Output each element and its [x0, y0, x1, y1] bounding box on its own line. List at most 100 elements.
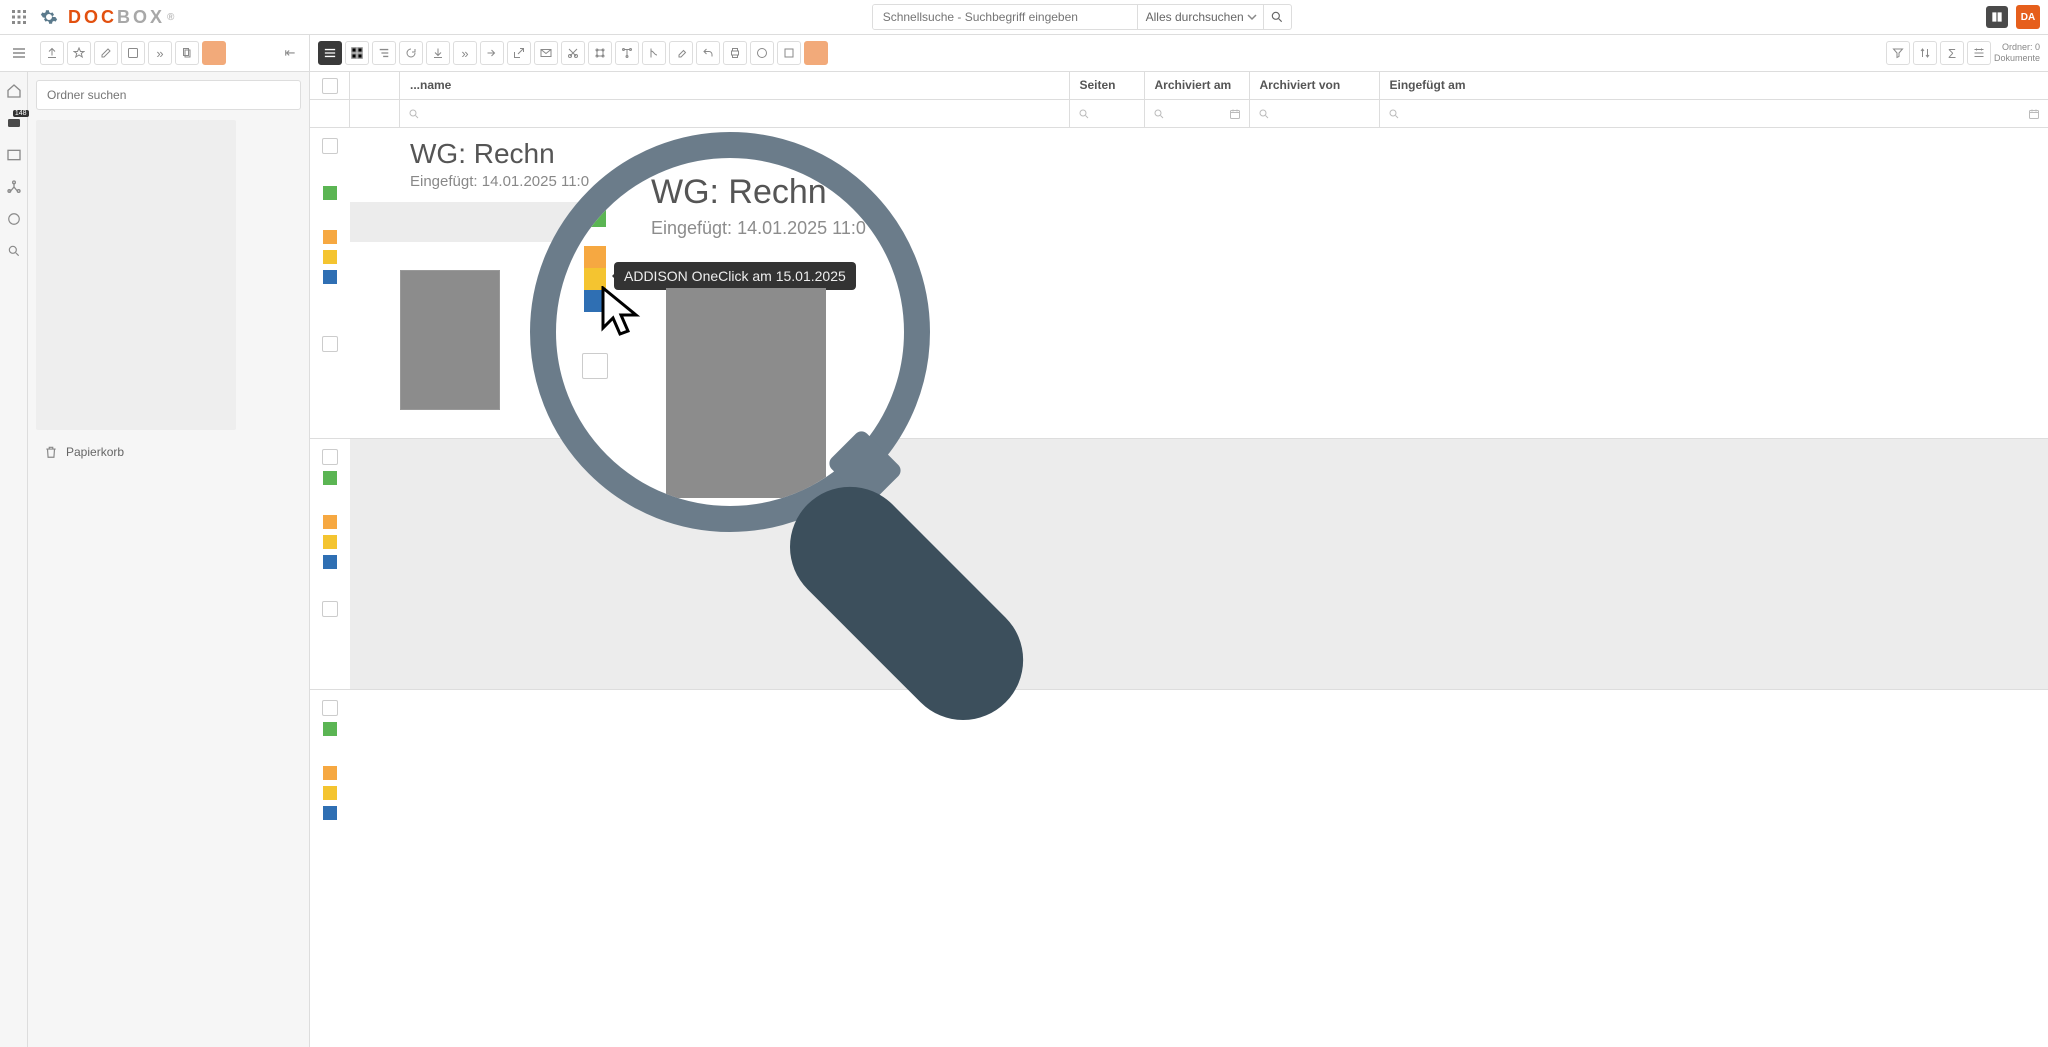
filter-archived-by[interactable] — [1250, 100, 1380, 127]
col-check[interactable] — [310, 72, 350, 99]
favorite-button[interactable] — [67, 41, 91, 65]
nav-home-icon[interactable] — [5, 82, 23, 100]
nav-inbox-icon[interactable]: 148 — [5, 114, 23, 132]
tag-yellow[interactable] — [323, 786, 337, 800]
collapse-panel-button[interactable]: ⇤ — [279, 42, 301, 64]
document-row-2[interactable] — [310, 439, 2048, 690]
nav-history-icon[interactable] — [5, 210, 23, 228]
more2-button[interactable]: » — [453, 41, 477, 65]
edit-button[interactable] — [94, 41, 118, 65]
col-archived-at[interactable]: Archiviert am — [1145, 72, 1250, 99]
view-list-button[interactable] — [318, 41, 342, 65]
filter-name[interactable] — [400, 100, 1070, 127]
apps-icon[interactable] — [8, 6, 30, 28]
more-button[interactable]: » — [148, 41, 172, 65]
gear-icon[interactable] — [38, 6, 60, 28]
search-icon — [1270, 10, 1284, 24]
next-page-button[interactable]: » — [670, 270, 690, 410]
cut-button[interactable] — [561, 41, 585, 65]
view-grid-button[interactable] — [345, 41, 369, 65]
tag-button[interactable] — [121, 41, 145, 65]
row-checkbox-bottom[interactable] — [322, 601, 338, 617]
chevron-down-icon — [1247, 12, 1257, 22]
tag-green[interactable] — [323, 471, 337, 485]
row-checkbox-col — [310, 128, 350, 438]
row-body: WG: Rechn Eingefügt: 14.01.2025 11:0 3 » — [350, 128, 2048, 438]
nav-org-icon[interactable] — [5, 178, 23, 196]
link-button[interactable] — [588, 41, 612, 65]
search-scope-label: Alles durchsuchen — [1146, 10, 1244, 24]
document-row-3[interactable] — [310, 690, 2048, 830]
search-input[interactable] — [873, 5, 1137, 29]
row-checkbox-bottom[interactable] — [322, 336, 338, 352]
filter-inserted-at[interactable] — [1380, 100, 2048, 127]
row-checkbox[interactable] — [322, 449, 338, 465]
mail-button[interactable] — [534, 41, 558, 65]
tag-green[interactable] — [323, 186, 337, 200]
sort-button[interactable] — [1913, 41, 1937, 65]
filter-archived-at[interactable] — [1145, 100, 1250, 127]
row-checkbox[interactable] — [322, 138, 338, 154]
row-checkbox[interactable] — [322, 700, 338, 716]
annotate-button[interactable] — [669, 41, 693, 65]
nav-search-icon[interactable] — [5, 242, 23, 260]
filter-button[interactable] — [1886, 41, 1910, 65]
search-scope-dropdown[interactable]: Alles durchsuchen — [1137, 5, 1263, 29]
tag-orange[interactable] — [323, 766, 337, 780]
col-pages[interactable]: Seiten — [1070, 72, 1145, 99]
folder-search-input[interactable] — [36, 80, 301, 110]
branch-button[interactable] — [642, 41, 666, 65]
columns-button[interactable] — [1967, 41, 1991, 65]
thumb-1[interactable] — [400, 270, 500, 410]
upload-button[interactable] — [40, 41, 64, 65]
nav-archive-icon[interactable] — [5, 146, 23, 164]
brand-reg: ® — [167, 12, 177, 23]
search-go-button[interactable] — [1263, 5, 1291, 29]
trash-item[interactable]: Papierkorb — [36, 440, 301, 464]
document-subtitle: Eingefügt: 14.01.2025 11:0 — [410, 173, 2048, 202]
workflow-button[interactable] — [615, 41, 639, 65]
tag-orange[interactable] — [323, 230, 337, 244]
stamp-button[interactable] — [750, 41, 774, 65]
note-button[interactable] — [777, 41, 801, 65]
tag-orange[interactable] — [323, 515, 337, 529]
hamburger-icon[interactable] — [8, 42, 30, 64]
undo-button[interactable] — [696, 41, 720, 65]
print-button[interactable] — [723, 41, 747, 65]
highlight2-button[interactable] — [804, 41, 828, 65]
col-name[interactable]: ...name — [400, 72, 1070, 99]
thumb-2[interactable]: 3 — [550, 262, 650, 418]
folder-sidebar: Papierkorb — [28, 72, 310, 1047]
book-icon[interactable] — [1986, 6, 2008, 28]
highlight-button[interactable] — [202, 41, 226, 65]
download-button[interactable] — [426, 41, 450, 65]
content-area: 148 Papierkorb ...name Seiten Archiviert… — [0, 72, 2048, 1047]
tag-blue[interactable] — [323, 806, 337, 820]
filter-row — [310, 100, 2048, 128]
row-checkbox-col — [310, 690, 350, 830]
refresh-button[interactable] — [399, 41, 423, 65]
workspace: ...name Seiten Archiviert am Archiviert … — [310, 72, 2048, 1047]
col-archived-by[interactable]: Archiviert von — [1250, 72, 1380, 99]
tag-blue[interactable] — [323, 270, 337, 284]
trash-label: Papierkorb — [66, 445, 124, 459]
tag-yellow[interactable] — [323, 535, 337, 549]
document-row-1[interactable]: WG: Rechn Eingefügt: 14.01.2025 11:0 3 » — [310, 128, 2048, 439]
filter-pages[interactable] — [1070, 100, 1145, 127]
avatar[interactable]: DA — [2016, 5, 2040, 29]
tag-green[interactable] — [323, 722, 337, 736]
scan-button[interactable] — [175, 41, 199, 65]
brand-logo: DOCBOX® — [68, 7, 177, 28]
send-button[interactable] — [507, 41, 531, 65]
row-body — [350, 690, 2048, 830]
brand-part2: BOX — [117, 7, 165, 28]
view-tree-button[interactable] — [372, 41, 396, 65]
brand-part1: DOC — [68, 7, 117, 28]
tag-blue[interactable] — [323, 555, 337, 569]
counter-line1: Ordner: 0 — [1994, 42, 2040, 53]
tag-yellow[interactable] — [323, 250, 337, 264]
col-inserted-at[interactable]: Eingefügt am — [1380, 72, 2048, 99]
page-number: 3 — [550, 402, 650, 418]
export-button[interactable] — [480, 41, 504, 65]
sum-button[interactable]: Σ — [1940, 41, 1964, 65]
